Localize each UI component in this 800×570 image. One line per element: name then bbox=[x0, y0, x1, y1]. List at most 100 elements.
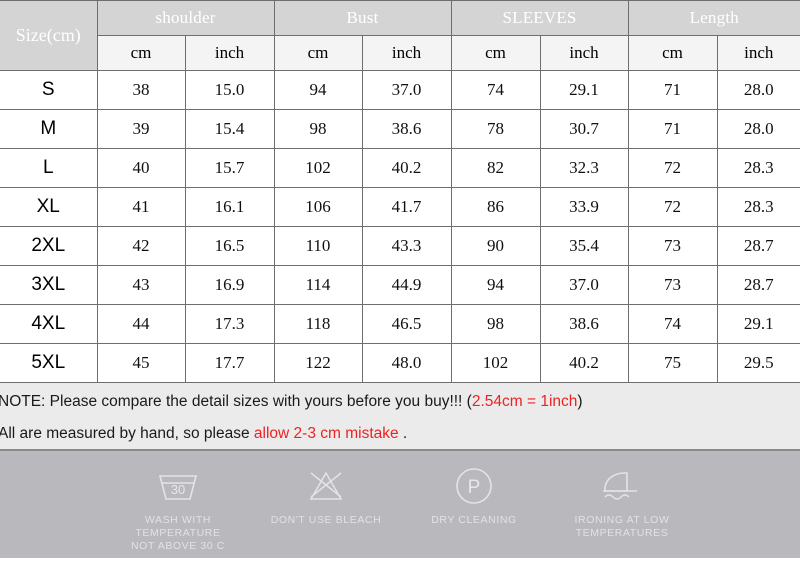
header-row-groups: Size(cm) shoulder Bust SLEEVES Length bbox=[0, 0, 800, 71]
cell-shoulder-inch: 17.7 bbox=[184, 343, 275, 383]
cell-bust-inch: 41.7 bbox=[361, 187, 452, 227]
cell-shoulder-inch: 16.1 bbox=[184, 187, 275, 227]
row-size-label: 2XL bbox=[0, 226, 98, 266]
cell-bust-cm: 118 bbox=[273, 304, 363, 344]
cell-sleeves-cm: 98 bbox=[450, 304, 541, 344]
note-line2-red: allow 2-3 cm mistake bbox=[253, 425, 399, 442]
wash-tub-30-icon: 30 bbox=[155, 463, 201, 509]
table-row: 3XL 43 16.9 114 44.9 94 37.0 73 28.7 bbox=[0, 265, 800, 305]
table-row: S 38 15.0 94 37.0 74 29.1 71 28.0 bbox=[0, 70, 800, 110]
cell-shoulder-cm: 39 bbox=[96, 109, 186, 149]
care-label-ironing: IRONING AT LOW TEMPERATURES bbox=[574, 514, 670, 539]
dry-clean-letter: P bbox=[468, 477, 481, 498]
cell-bust-inch: 46.5 bbox=[361, 304, 452, 344]
note-line1-prefix: NOTE: Please compare the detail sizes wi… bbox=[0, 393, 472, 410]
cell-bust-inch: 44.9 bbox=[361, 265, 452, 305]
cell-sleeves-inch: 29.1 bbox=[539, 70, 629, 110]
cell-sleeves-cm: 102 bbox=[450, 343, 541, 383]
cell-shoulder-cm: 43 bbox=[96, 265, 186, 305]
cell-length-cm: 73 bbox=[627, 265, 718, 305]
cell-bust-inch: 37.0 bbox=[361, 70, 452, 110]
care-label-wash: WASH WITH TEMPERATURE NOT ABOVE 30 C bbox=[131, 514, 225, 552]
header-unit-sleeves-inch: inch bbox=[539, 35, 629, 71]
cell-length-cm: 75 bbox=[627, 343, 718, 383]
cell-length-cm: 74 bbox=[627, 304, 718, 344]
cell-sleeves-cm: 78 bbox=[450, 109, 541, 149]
iron-low-temp-icon bbox=[597, 463, 647, 509]
care-item-bleach: DON'T USE BLEACH bbox=[252, 463, 400, 527]
header-unit-length-inch: inch bbox=[716, 35, 800, 71]
cell-length-inch: 29.1 bbox=[716, 304, 800, 344]
cell-sleeves-inch: 32.3 bbox=[539, 148, 629, 188]
cell-bust-cm: 102 bbox=[273, 148, 363, 188]
cell-length-cm: 72 bbox=[627, 148, 718, 188]
note-panel: NOTE: Please compare the detail sizes wi… bbox=[0, 383, 800, 451]
cell-sleeves-inch: 38.6 bbox=[539, 304, 629, 344]
cell-shoulder-cm: 40 bbox=[96, 148, 186, 188]
table-row: M 39 15.4 98 38.6 78 30.7 71 28.0 bbox=[0, 109, 800, 149]
table-row: 2XL 42 16.5 110 43.3 90 35.4 73 28.7 bbox=[0, 226, 800, 266]
cell-sleeves-cm: 94 bbox=[450, 265, 541, 305]
cell-shoulder-inch: 17.3 bbox=[184, 304, 275, 344]
header-group-sleeves: SLEEVES bbox=[450, 0, 629, 36]
cell-length-inch: 28.3 bbox=[716, 148, 800, 188]
row-size-label: M bbox=[0, 109, 98, 149]
cell-length-inch: 28.0 bbox=[716, 70, 800, 110]
note-line-conversion: NOTE: Please compare the detail sizes wi… bbox=[0, 392, 800, 412]
header-group-length: Length bbox=[627, 0, 800, 36]
row-size-label: S bbox=[0, 70, 98, 110]
cell-shoulder-inch: 15.0 bbox=[184, 70, 275, 110]
care-item-dryclean: P DRY CLEANING bbox=[400, 463, 548, 527]
cell-bust-cm: 114 bbox=[273, 265, 363, 305]
note-line2-prefix: All are measured by hand, so please bbox=[0, 425, 254, 442]
no-bleach-triangle-icon bbox=[303, 463, 349, 509]
table-head: Size(cm) shoulder Bust SLEEVES Length cm… bbox=[0, 0, 800, 71]
header-unit-sleeves-cm: cm bbox=[450, 35, 541, 71]
care-label-bleach: DON'T USE BLEACH bbox=[270, 514, 382, 526]
cell-sleeves-inch: 33.9 bbox=[539, 187, 629, 227]
header-group-bust: Bust bbox=[273, 0, 452, 36]
table-body: S 38 15.0 94 37.0 74 29.1 71 28.0 M 39 1… bbox=[0, 70, 800, 383]
cell-sleeves-inch: 37.0 bbox=[539, 265, 629, 305]
table-row: L 40 15.7 102 40.2 82 32.3 72 28.3 bbox=[0, 148, 800, 188]
cell-bust-inch: 40.2 bbox=[361, 148, 452, 188]
header-unit-length-cm: cm bbox=[627, 35, 718, 71]
cell-sleeves-cm: 82 bbox=[450, 148, 541, 188]
cell-shoulder-cm: 44 bbox=[96, 304, 186, 344]
cell-shoulder-inch: 15.7 bbox=[184, 148, 275, 188]
care-instructions-strip: 30 WASH WITH TEMPERATURE NOT ABOVE 30 C … bbox=[0, 451, 800, 558]
cell-bust-cm: 106 bbox=[273, 187, 363, 227]
cell-length-cm: 71 bbox=[627, 109, 718, 149]
row-size-label: 3XL bbox=[0, 265, 98, 305]
cell-bust-cm: 94 bbox=[273, 70, 363, 110]
cell-bust-cm: 122 bbox=[273, 343, 363, 383]
cell-bust-inch: 43.3 bbox=[361, 226, 452, 266]
cell-sleeves-cm: 74 bbox=[450, 70, 541, 110]
note-line-tolerance: All are measured by hand, so please allo… bbox=[0, 424, 800, 444]
table-row: XL 41 16.1 106 41.7 86 33.9 72 28.3 bbox=[0, 187, 800, 227]
row-size-label: 5XL bbox=[0, 343, 98, 383]
cell-sleeves-cm: 90 bbox=[450, 226, 541, 266]
cell-shoulder-inch: 16.9 bbox=[184, 265, 275, 305]
cell-shoulder-cm: 42 bbox=[96, 226, 186, 266]
header-unit-bust-cm: cm bbox=[273, 35, 363, 71]
header-unit-shoulder-inch: inch bbox=[184, 35, 275, 71]
cell-length-cm: 73 bbox=[627, 226, 718, 266]
cell-sleeves-cm: 86 bbox=[450, 187, 541, 227]
cell-length-inch: 29.5 bbox=[716, 343, 800, 383]
header-group-shoulder: shoulder bbox=[96, 0, 275, 36]
size-chart-page: Size(cm) shoulder Bust SLEEVES Length cm… bbox=[0, 0, 800, 570]
wash-temp-value: 30 bbox=[171, 482, 185, 497]
table-row: 4XL 44 17.3 118 46.5 98 38.6 74 29.1 bbox=[0, 304, 800, 344]
cell-bust-cm: 98 bbox=[273, 109, 363, 149]
cell-length-inch: 28.7 bbox=[716, 226, 800, 266]
cell-shoulder-cm: 41 bbox=[96, 187, 186, 227]
cell-bust-inch: 48.0 bbox=[361, 343, 452, 383]
row-size-label: L bbox=[0, 148, 98, 188]
header-unit-bust-inch: inch bbox=[361, 35, 452, 71]
care-item-ironing: IRONING AT LOW TEMPERATURES bbox=[548, 463, 696, 540]
cell-length-inch: 28.0 bbox=[716, 109, 800, 149]
care-item-wash: 30 WASH WITH TEMPERATURE NOT ABOVE 30 C bbox=[104, 463, 252, 553]
note-line1-suffix: ) bbox=[577, 393, 583, 410]
cell-length-inch: 28.3 bbox=[716, 187, 800, 227]
